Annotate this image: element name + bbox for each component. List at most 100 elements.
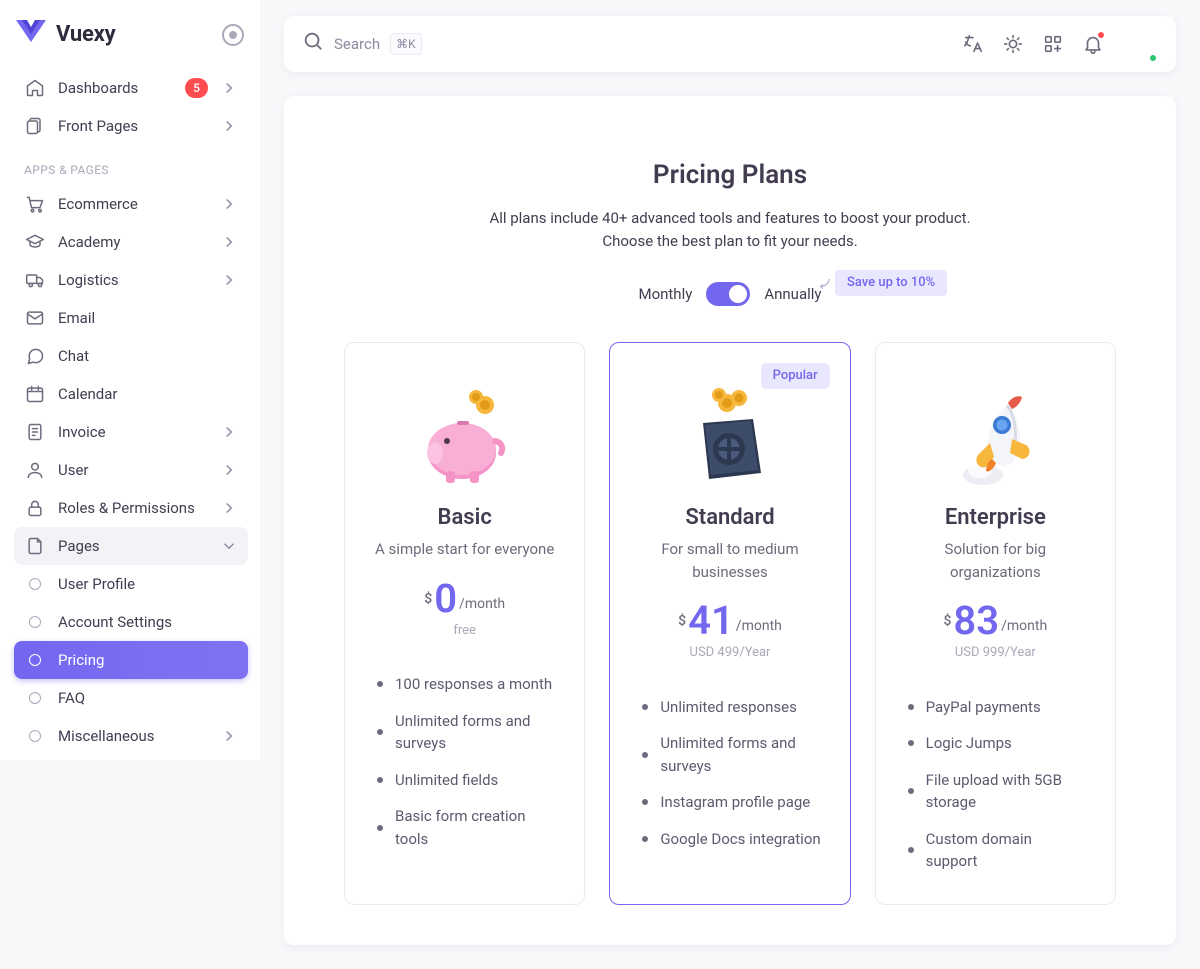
bullet-icon (24, 616, 46, 628)
feature-item: Unlimited responses (638, 689, 821, 726)
currency: $ (424, 589, 432, 610)
brand-logo (16, 20, 46, 49)
notification-dot (1097, 31, 1105, 39)
feature-item: PayPal payments (904, 689, 1087, 726)
calendar-icon (24, 383, 46, 405)
price-subtext: USD 999/Year (904, 643, 1087, 663)
feature-list: 100 responses a monthUnlimited forms and… (373, 666, 556, 857)
sidebar: Vuexy Dashboards5 Front Pages APPS & PAG… (0, 0, 260, 760)
plan-name: Enterprise (904, 501, 1087, 534)
plan-tagline: For small to medium businesses (638, 538, 821, 583)
plan-illustration (904, 373, 1087, 493)
nav-label: Email (58, 307, 238, 330)
sub-item-faq[interactable]: FAQ (14, 679, 248, 717)
currency: $ (678, 611, 686, 632)
price-subtext: USD 499/Year (638, 643, 821, 663)
price-period: /month (736, 616, 782, 637)
bullet-icon (24, 692, 46, 704)
search-placeholder: Search (334, 33, 380, 56)
nav-item-chat[interactable]: Chat (14, 337, 248, 375)
sub-label: User Profile (58, 573, 238, 596)
nav-item-logistics[interactable]: Logistics (14, 261, 248, 299)
search-icon (302, 30, 324, 59)
search-trigger[interactable]: Search ⌘K (302, 30, 422, 59)
save-chip: Save up to 10% (835, 270, 947, 296)
price-subtext: free (373, 621, 556, 641)
plan-price: $ 0 /month (373, 579, 556, 619)
files-icon (24, 115, 46, 137)
plan-enterprise: Enterprise Solution for big organization… (875, 342, 1116, 905)
grad-icon (24, 231, 46, 253)
theme-toggle-button[interactable] (1000, 31, 1026, 57)
language-button[interactable] (960, 31, 986, 57)
sub-label: Pricing (58, 649, 238, 672)
toggle-label-annually: Annually (764, 283, 821, 306)
nav-label: Pages (58, 535, 208, 558)
feature-item: Logic Jumps (904, 725, 1087, 762)
user-icon (24, 459, 46, 481)
chevron-right-icon (220, 79, 238, 97)
chat-icon (24, 345, 46, 367)
price-amount: 0 (434, 579, 457, 619)
chevron-right-icon (220, 499, 238, 517)
plans-row: Basic A simple start for everyone $ 0 /m… (344, 342, 1116, 905)
sub-item-account-settings[interactable]: Account Settings (14, 603, 248, 641)
topbar: Search ⌘K (284, 16, 1176, 72)
cart-icon (24, 193, 46, 215)
plan-standard: Popular Standard For small to medium bus… (609, 342, 850, 905)
section-title: APPS & PAGES (14, 145, 248, 185)
feature-list: Unlimited responsesUnlimited forms and s… (638, 689, 821, 858)
nav-item-calendar[interactable]: Calendar (14, 375, 248, 413)
sub-item-user-profile[interactable]: User Profile (14, 565, 248, 603)
plan-tagline: A simple start for everyone (373, 538, 556, 561)
feature-item: Unlimited fields (373, 762, 556, 799)
chevron-right-icon (220, 423, 238, 441)
sub-label: Miscellaneous (58, 725, 208, 748)
nav-item-academy[interactable]: Academy (14, 223, 248, 261)
nav-label: Chat (58, 345, 238, 368)
sub-item-miscellaneous[interactable]: Miscellaneous (14, 717, 248, 755)
chevron-right-icon (220, 271, 238, 289)
pricing-card: Pricing Plans All plans include 40+ adva… (284, 96, 1176, 945)
chevron-right-icon (220, 727, 238, 745)
online-indicator (1148, 53, 1158, 63)
search-shortcut: ⌘K (390, 33, 422, 55)
shortcuts-button[interactable] (1040, 31, 1066, 57)
billing-toggle-row: Monthly Annually (344, 282, 1116, 306)
nav-item-pages[interactable]: Pages (14, 527, 248, 565)
home-icon (24, 77, 46, 99)
user-avatar[interactable] (1120, 25, 1158, 63)
billing-toggle-switch[interactable] (706, 282, 750, 306)
feature-item: Unlimited forms and surveys (638, 725, 821, 784)
plan-price: $ 83 /month (904, 601, 1087, 641)
nav-item-authentication[interactable]: Authentication (14, 755, 248, 760)
nav-item-ecommerce[interactable]: Ecommerce (14, 185, 248, 223)
brand[interactable]: Vuexy (14, 14, 248, 69)
nav-label: Ecommerce (58, 193, 208, 216)
currency: $ (943, 611, 951, 632)
main: Search ⌘K Pricing Plans All plans includ… (260, 0, 1200, 969)
toggle-label-monthly: Monthly (638, 283, 692, 306)
popular-chip: Popular (761, 363, 830, 389)
nav-item-user[interactable]: User (14, 451, 248, 489)
chevron-right-icon (220, 233, 238, 251)
notifications-button[interactable] (1080, 31, 1106, 57)
nav-item-dashboards[interactable]: Dashboards5 (14, 69, 248, 107)
sidebar-collapse-toggle[interactable] (222, 24, 244, 46)
nav-item-invoice[interactable]: Invoice (14, 413, 248, 451)
plan-price: $ 41 /month (638, 601, 821, 641)
feature-list: PayPal paymentsLogic JumpsFile upload wi… (904, 689, 1087, 880)
sub-label: FAQ (58, 687, 238, 710)
sub-label: Account Settings (58, 611, 238, 634)
nav-badge: 5 (185, 78, 208, 98)
truck-icon (24, 269, 46, 291)
bullet-icon (24, 730, 46, 742)
nav-item-roles-permissions[interactable]: Roles & Permissions (14, 489, 248, 527)
nav-item-front-pages[interactable]: Front Pages (14, 107, 248, 145)
plan-basic: Basic A simple start for everyone $ 0 /m… (344, 342, 585, 905)
page-header: Pricing Plans All plans include 40+ adva… (344, 156, 1116, 306)
chevron-right-icon (220, 117, 238, 135)
feature-item: Google Docs integration (638, 821, 821, 858)
sub-item-pricing[interactable]: Pricing (14, 641, 248, 679)
nav-item-email[interactable]: Email (14, 299, 248, 337)
